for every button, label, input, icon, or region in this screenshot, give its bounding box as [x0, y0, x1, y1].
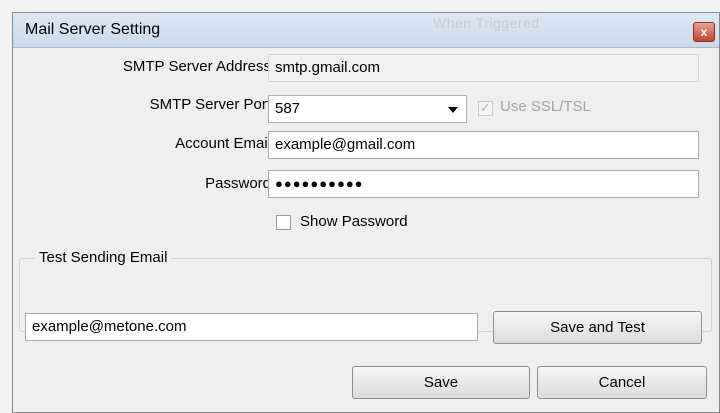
check-icon: ✓ [480, 100, 491, 115]
close-icon: x [700, 25, 708, 39]
window-title: Mail Server Setting [25, 21, 161, 38]
account-email-label: Account Email [175, 135, 271, 152]
title-bar: Mail Server Setting When Triggered x [13, 13, 719, 48]
save-button[interactable]: Save [352, 366, 530, 399]
chevron-down-icon [448, 107, 458, 113]
show-password-checkbox[interactable] [276, 215, 291, 230]
smtp-address-field[interactable]: smtp.gmail.com [268, 54, 699, 82]
save-and-test-button[interactable]: Save and Test [493, 311, 702, 344]
cancel-button[interactable]: Cancel [537, 366, 707, 399]
show-password-label: Show Password [300, 213, 408, 230]
password-label: Password [205, 175, 271, 192]
background-window-title: When Triggered [433, 15, 540, 31]
smtp-port-value: 587 [275, 100, 301, 117]
use-ssl-label: Use SSL/TSL [500, 98, 591, 115]
smtp-address-label: SMTP Server Address [122, 58, 271, 75]
smtp-port-select[interactable]: 587 [268, 95, 467, 123]
mail-server-setting-window: Mail Server Setting When Triggered x SMT… [12, 12, 720, 413]
use-ssl-checkbox[interactable]: ✓ [478, 101, 493, 116]
close-button[interactable]: x [693, 22, 715, 42]
test-email-field[interactable]: example@metone.com [25, 313, 478, 341]
test-sending-group-label: Test Sending Email [35, 249, 172, 266]
password-field[interactable]: ●●●●●●●●●● [268, 170, 699, 198]
account-email-field[interactable]: example@gmail.com [268, 131, 699, 159]
smtp-port-label: SMTP Server Port [149, 96, 271, 113]
